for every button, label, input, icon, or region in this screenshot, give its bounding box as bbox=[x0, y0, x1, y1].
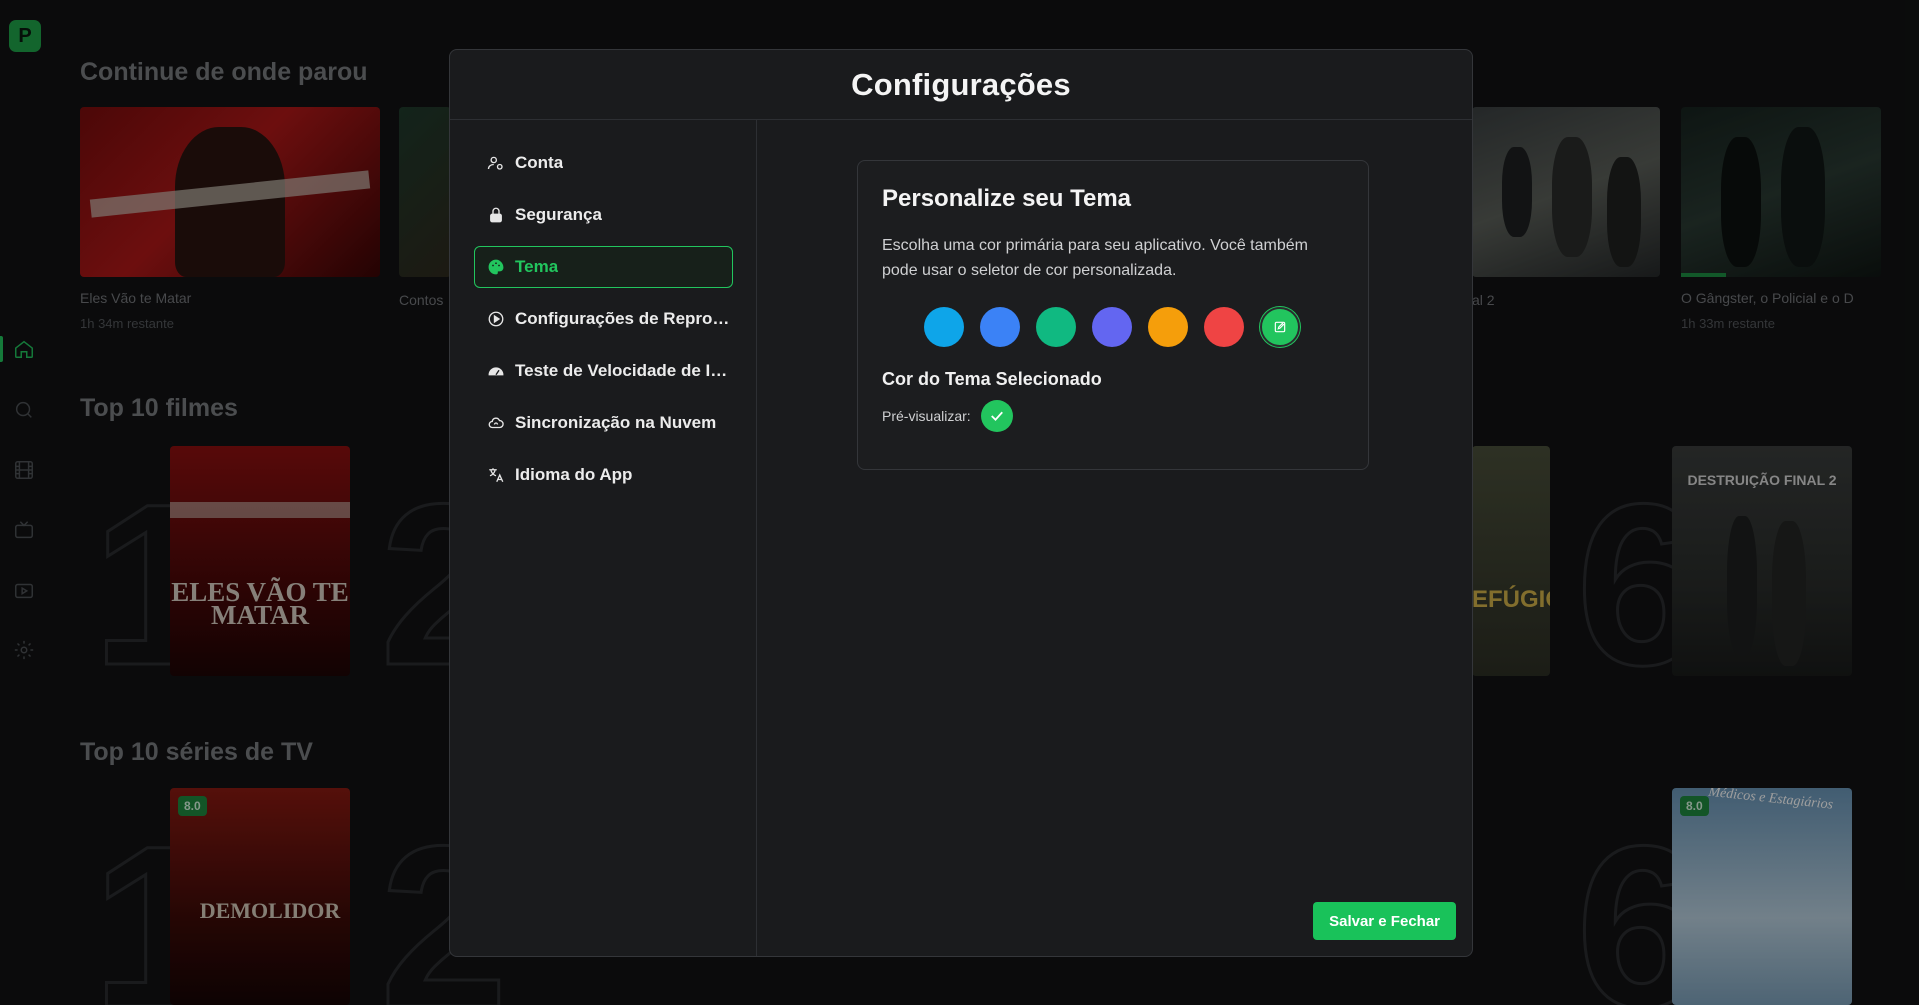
nav-item-idioma[interactable]: Idioma do App bbox=[474, 454, 733, 496]
settings-nav: Conta Segurança Tema Configurações de Re… bbox=[450, 120, 757, 956]
swatch-blue[interactable] bbox=[980, 307, 1020, 347]
swatch-emerald[interactable] bbox=[1036, 307, 1076, 347]
theme-title: Personalize seu Tema bbox=[882, 185, 1131, 212]
theme-card: Personalize seu Tema Escolha uma cor pri… bbox=[857, 160, 1369, 470]
gauge-icon bbox=[488, 367, 504, 376]
lock-icon bbox=[490, 207, 502, 223]
nav-item-tema[interactable]: Tema bbox=[474, 246, 733, 288]
preview-color-dot bbox=[980, 400, 1013, 432]
nav-item-conta[interactable]: Conta bbox=[474, 142, 733, 184]
swatch-indigo[interactable] bbox=[1092, 307, 1132, 347]
preview-row: Pré-visualizar: bbox=[882, 400, 1344, 432]
selected-theme-title: Cor do Tema Selecionado bbox=[882, 369, 1102, 389]
translate-icon bbox=[489, 468, 504, 483]
save-and-close-button[interactable]: Salvar e Fechar bbox=[1313, 902, 1456, 940]
cloud-sync-icon bbox=[488, 417, 504, 429]
edit-icon bbox=[1274, 321, 1286, 333]
custom-color-picker[interactable] bbox=[1260, 307, 1300, 347]
settings-content: Personalize seu Tema Escolha uma cor pri… bbox=[757, 120, 1472, 956]
nav-item-label: Idioma do App bbox=[515, 465, 633, 484]
color-swatches bbox=[924, 307, 1344, 347]
theme-description: Escolha uma cor primária para seu aplica… bbox=[882, 237, 1308, 279]
nav-item-label: Tema bbox=[515, 257, 559, 276]
play-circle-icon bbox=[488, 311, 504, 327]
swatch-amber[interactable] bbox=[1148, 307, 1188, 347]
check-icon bbox=[990, 411, 1003, 422]
nav-item-label: Teste de Velocidade de Internet bbox=[515, 361, 732, 380]
preview-label: Pré-visualizar: bbox=[882, 408, 971, 424]
nav-item-label: Configurações de Reprodução bbox=[515, 309, 732, 328]
nav-item-label: Sincronização na Nuvem bbox=[515, 413, 717, 432]
nav-item-label: Segurança bbox=[515, 205, 602, 224]
modal-header: Configurações bbox=[450, 50, 1472, 120]
modal-title: Configurações bbox=[851, 66, 1071, 102]
nav-item-reproducao[interactable]: Configurações de Reprodução bbox=[474, 298, 733, 340]
palette-icon bbox=[488, 259, 504, 275]
nav-item-velocidade[interactable]: Teste de Velocidade de Internet bbox=[474, 350, 733, 392]
nav-item-seguranca[interactable]: Segurança bbox=[474, 194, 733, 236]
swatch-red[interactable] bbox=[1204, 307, 1244, 347]
settings-modal: Configurações Conta Segurança Tema Confi… bbox=[449, 49, 1473, 957]
nav-item-label: Conta bbox=[515, 153, 564, 172]
swatch-sky[interactable] bbox=[924, 307, 964, 347]
nav-item-sincronizacao[interactable]: Sincronização na Nuvem bbox=[474, 402, 733, 444]
user-gear-icon bbox=[487, 156, 503, 170]
modal-body: Conta Segurança Tema Configurações de Re… bbox=[450, 120, 1472, 956]
